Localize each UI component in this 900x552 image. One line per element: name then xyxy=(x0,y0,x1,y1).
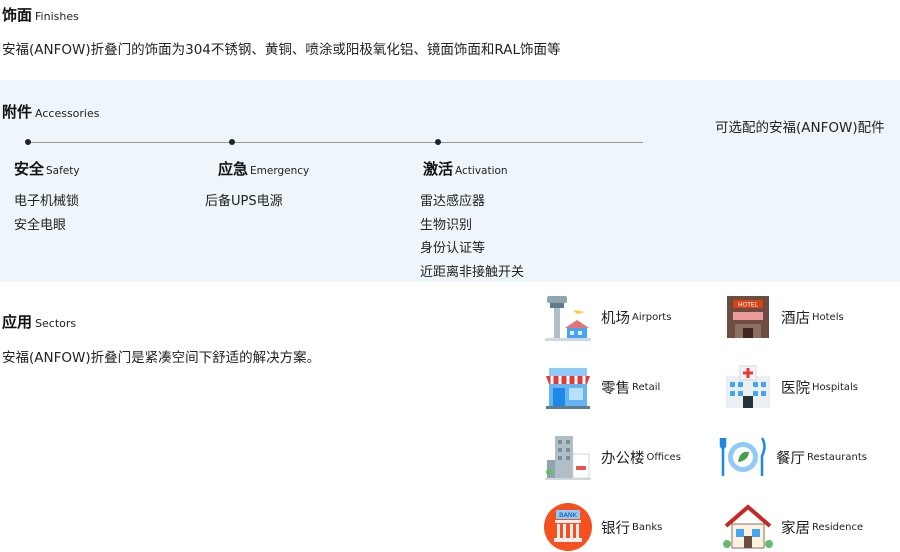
finishes-subtitle: Finishes xyxy=(35,10,79,23)
sector-label-en: Retail xyxy=(632,381,661,393)
sector-label-en: Airports xyxy=(632,311,672,323)
list-item: 雷达感应器 xyxy=(420,194,486,209)
timeline-dot xyxy=(435,139,441,145)
sector-hotels: HOTEL 酒店 Hotels xyxy=(723,292,844,342)
retail-store-icon xyxy=(546,368,590,409)
list-item: 生物识别 xyxy=(420,217,473,233)
emergency-heading: 应急 Emergency xyxy=(218,158,309,179)
sector-label-en: Hospitals xyxy=(812,381,859,393)
list-item: 安全电眼 xyxy=(14,217,67,233)
sector-restaurants: 餐厅 Restaurants xyxy=(718,432,867,482)
sector-hospitals: 医院 Hospitals xyxy=(723,362,858,412)
finishes-description: 安福(ANFOW)折叠门的饰面为304不锈钢、黄铜、喷涂或阳极氧化铝、镜面饰面和… xyxy=(2,42,561,58)
list-item: 电子机械锁 xyxy=(14,194,80,209)
safety-title: 安全 xyxy=(14,160,45,178)
activation-subtitle: Activation xyxy=(455,165,508,177)
accessories-heading: 附件 Accessories xyxy=(2,101,99,122)
safety-subtitle: Safety xyxy=(46,165,80,177)
bank-icon: BANK xyxy=(544,503,592,551)
sector-label: 家居 xyxy=(781,520,810,537)
list-item: 近距离非接触开关 xyxy=(420,264,525,280)
accessories-title: 附件 xyxy=(2,103,33,121)
sector-label: 医院 xyxy=(781,380,810,397)
sector-label-en: Offices xyxy=(646,451,681,463)
sector-label-en: Hotels xyxy=(812,311,844,323)
activation-title: 激活 xyxy=(423,160,454,178)
office-building-icon xyxy=(545,436,591,480)
list-item: 身份认证等 xyxy=(420,241,486,256)
list-item: 后备UPS电源 xyxy=(205,194,283,209)
hospital-icon xyxy=(726,365,770,408)
finishes-title: 饰面 xyxy=(2,6,33,24)
sector-label: 银行 xyxy=(601,520,630,537)
sector-retail: 零售 Retail xyxy=(543,362,660,412)
sectors-title: 应用 xyxy=(2,313,33,331)
sector-label: 办公楼 xyxy=(601,450,645,467)
airport-icon xyxy=(545,296,591,341)
sectors-subtitle: Sectors xyxy=(35,317,77,330)
sector-label-en: Banks xyxy=(632,521,663,533)
timeline-line xyxy=(28,142,643,143)
sectors-description: 安福(ANFOW)折叠门是紧凑空间下舒适的解决方案。 xyxy=(2,350,321,366)
emergency-subtitle: Emergency xyxy=(250,165,310,177)
svg-text:BANK: BANK xyxy=(559,511,578,519)
timeline-dot xyxy=(229,139,235,145)
svg-text:HOTEL: HOTEL xyxy=(738,302,759,309)
accessories-subtitle: Accessories xyxy=(35,107,100,120)
emergency-list: 后备UPS电源 xyxy=(205,190,283,214)
activation-heading: 激活 Activation xyxy=(423,158,508,179)
house-icon xyxy=(723,504,773,549)
finishes-heading: 饰面 Finishes xyxy=(2,4,79,25)
sector-airports: 机场 Airports xyxy=(543,292,671,342)
timeline-dot xyxy=(25,139,31,145)
sector-offices: 办公楼 Offices xyxy=(543,432,681,482)
activation-list: 雷达感应器 生物识别 身份认证等 近距离非接触开关 xyxy=(420,190,524,284)
safety-list: 电子机械锁 安全电眼 xyxy=(14,190,79,237)
emergency-title: 应急 xyxy=(218,160,249,178)
sector-label: 零售 xyxy=(601,380,630,397)
safety-heading: 安全 Safety xyxy=(14,158,80,179)
sector-label: 酒店 xyxy=(781,310,810,327)
sector-label-en: Restaurants xyxy=(807,451,867,463)
sector-label-en: Residence xyxy=(812,521,864,533)
sector-banks: BANK 银行 Banks xyxy=(543,502,662,552)
hotel-icon: HOTEL xyxy=(727,296,769,338)
sectors-heading: 应用 Sectors xyxy=(2,311,76,332)
accessories-optional-note: 可选配的安福(ANFOW)配件 xyxy=(715,120,885,136)
restaurant-icon xyxy=(719,437,766,476)
sector-residence: 家居 Residence xyxy=(723,502,863,552)
sector-label: 机场 xyxy=(601,310,630,327)
sector-label: 餐厅 xyxy=(776,450,805,467)
